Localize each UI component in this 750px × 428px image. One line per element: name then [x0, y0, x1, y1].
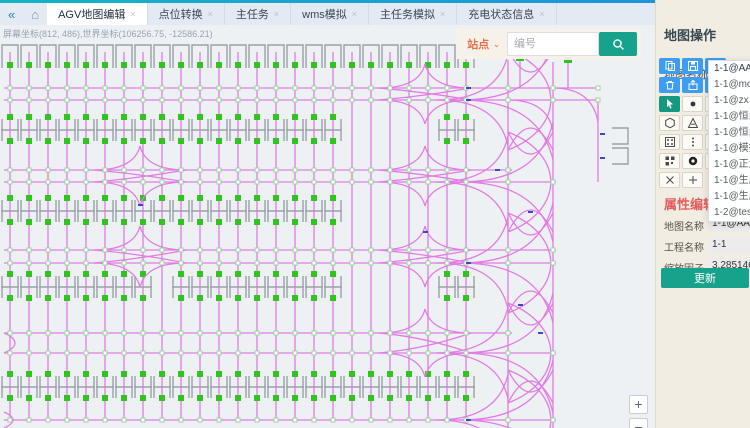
tab-label: AGV地图编辑	[58, 6, 125, 22]
export-icon	[687, 79, 699, 91]
select-cursor-button[interactable]	[659, 96, 680, 112]
draw-point-button[interactable]	[682, 96, 703, 112]
save-button[interactable]	[682, 58, 703, 74]
tab-4[interactable]: wms模拟 ×	[291, 3, 369, 25]
close-tab-icon[interactable]: ×	[440, 9, 445, 19]
tab-bar: « ⌂ AGV地图编辑 × 点位转换 × 主任务 × wms模拟 × 主任务模拟 × 充电状态信息 ×…	[0, 3, 750, 26]
record-button[interactable]	[682, 153, 703, 169]
close-tab-icon[interactable]: ×	[208, 9, 213, 19]
draw-polygon-button[interactable]	[659, 115, 680, 131]
matrix-icon	[664, 155, 676, 167]
copy-file-icon	[664, 60, 676, 72]
agv-map-editor-app: « ⌂ AGV地图编辑 × 点位转换 × 主任务 × wms模拟 × 主任务模拟 × 充电状态信息 ×…	[0, 0, 750, 428]
collapse-tabs-icon[interactable]: «	[0, 3, 23, 25]
trash-icon	[664, 79, 676, 91]
cut-icon	[664, 174, 676, 186]
map-list-item-6[interactable]: 1-1@正大合	[709, 157, 750, 173]
map-list-item-5[interactable]: 1-1@模拟	[709, 141, 750, 157]
grid-dots-button[interactable]	[659, 134, 680, 150]
update-button[interactable]: 更新	[661, 268, 749, 288]
search-type-dropdown[interactable]: 站点 ⌄	[460, 36, 507, 52]
map-list-item-3[interactable]: 1-1@恒尚	[709, 109, 750, 125]
add-button[interactable]	[682, 172, 703, 188]
map-name-dropdown-list: 1-1@AA1651-1@moni1-1@zx1-1@恒尚1-1@恒尚测1-1@…	[708, 60, 750, 222]
matrix-button[interactable]	[659, 153, 680, 169]
save-icon	[687, 60, 699, 72]
tab-label: 主任务	[236, 6, 269, 22]
more-dots-button[interactable]	[682, 134, 703, 150]
tab-1[interactable]: AGV地图编辑 ×	[47, 3, 148, 25]
export-button[interactable]	[682, 77, 703, 93]
prop-label: 工程名称	[664, 239, 704, 254]
map-select-value[interactable]: 1-1@AA165	[709, 61, 750, 77]
station-id-input[interactable]	[507, 32, 599, 56]
prop-value-input[interactable]: 1-1	[708, 237, 750, 253]
trash-button[interactable]	[659, 77, 680, 93]
draw-polygon-icon	[664, 117, 676, 129]
grid-dots-icon	[664, 136, 676, 148]
tab-label: 主任务模拟	[380, 6, 435, 22]
prop-label: 地图名称	[664, 218, 704, 233]
map-list-item-2[interactable]: 1-1@zx	[709, 93, 750, 109]
cut-button[interactable]	[659, 172, 680, 188]
add-icon	[687, 174, 699, 186]
search-type-label: 站点	[467, 36, 489, 52]
map-list-item-9[interactable]: 1-2@test	[709, 205, 750, 221]
tab-label: wms模拟	[302, 6, 347, 22]
zoom-out-button[interactable]: −	[629, 418, 648, 428]
close-tab-icon[interactable]: ×	[352, 9, 357, 19]
record-icon	[687, 155, 699, 167]
map-list-item-1[interactable]: 1-1@moni	[709, 77, 750, 93]
draw-label-button[interactable]	[682, 115, 703, 131]
tabs: AGV地图编辑 × 点位转换 × 主任务 × wms模拟 × 主任务模拟 × 充电状态信息 ×	[47, 3, 556, 25]
map-list-item-4[interactable]: 1-1@恒尚测	[709, 125, 750, 141]
draw-label-icon	[687, 117, 699, 129]
tab-3[interactable]: 主任务 ×	[225, 3, 291, 25]
search-icon	[612, 38, 625, 51]
tab-5[interactable]: 主任务模拟 ×	[369, 3, 457, 25]
cursor-coordinates-readout: 屏幕坐标(812, 486),世界坐标(106256.75, -12586.21…	[3, 27, 213, 40]
draw-point-icon	[687, 98, 699, 110]
close-tab-icon[interactable]: ×	[539, 9, 544, 19]
map-list-item-7[interactable]: 1-1@生产	[709, 173, 750, 189]
tab-label: 充电状态信息	[468, 6, 534, 22]
copy-file-button[interactable]	[659, 58, 680, 74]
map-operations-sidebar: 地图操作 地图名称 1-1@AA1651-1@moni1-1@zx1-1@恒尚1…	[655, 0, 750, 428]
select-cursor-icon	[664, 98, 676, 110]
close-tab-icon[interactable]: ×	[130, 9, 135, 19]
more-dots-icon	[687, 136, 699, 148]
tab-6[interactable]: 充电状态信息 ×	[457, 3, 556, 25]
map-operations-title: 地图操作	[664, 25, 716, 44]
map-canvas-area[interactable]: 屏幕坐标(812, 486),世界坐标(106256.75, -12586.21…	[0, 25, 655, 428]
chevron-down-icon: ⌄	[493, 40, 500, 49]
close-tab-icon[interactable]: ×	[274, 9, 279, 19]
search-button[interactable]	[599, 32, 637, 56]
station-search-bar: 站点 ⌄	[456, 29, 641, 59]
map-list-item-8[interactable]: 1-1@生产副	[709, 189, 750, 205]
home-icon[interactable]: ⌂	[23, 3, 47, 25]
prop-row-2: 工程名称 1-1	[664, 237, 750, 253]
map-canvas-svg[interactable]	[0, 25, 655, 428]
tab-2[interactable]: 点位转换 ×	[148, 3, 225, 25]
zoom-in-button[interactable]: +	[629, 395, 648, 414]
tab-label: 点位转换	[159, 6, 203, 22]
